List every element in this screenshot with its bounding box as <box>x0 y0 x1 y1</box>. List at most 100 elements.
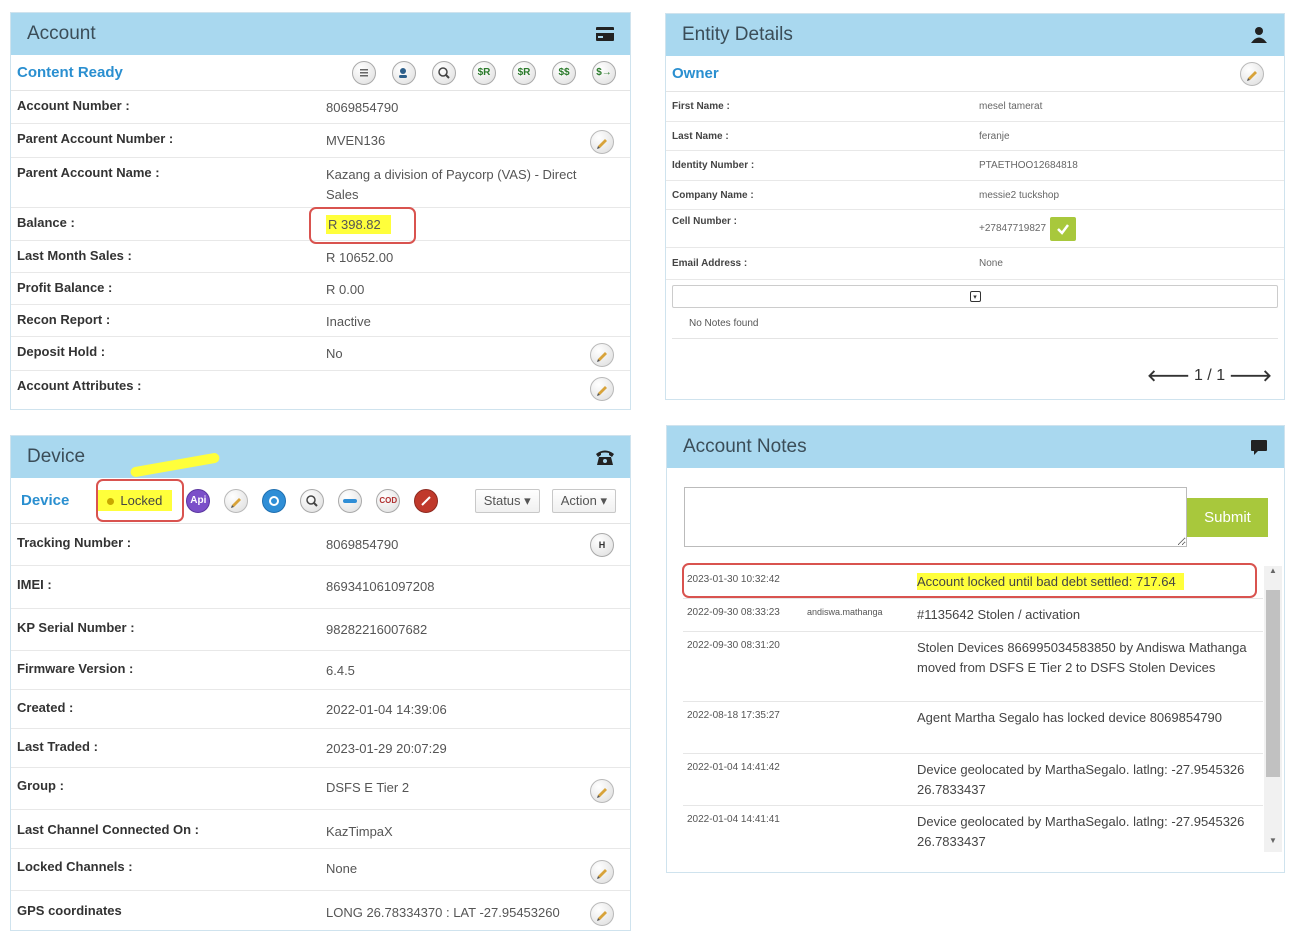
parent-account-number-label: Parent Account Number : <box>17 131 174 146</box>
scroll-up-icon[interactable]: ▲ <box>1264 566 1282 582</box>
api-icon[interactable]: Api <box>186 488 211 513</box>
pencil-icon[interactable] <box>590 779 614 803</box>
note-date: 2022-01-04 14:41:42 <box>687 762 780 773</box>
group-label: Group : <box>17 778 64 793</box>
account-number-value: 8069854790 <box>326 100 399 115</box>
locked-channels-value: None <box>326 861 358 876</box>
device-row: Last Channel Connected On : KazTimpaX <box>11 810 630 849</box>
identity-number-label: Identity Number : <box>672 160 755 171</box>
last-channel-value: KazTimpaX <box>326 824 393 839</box>
status-dropdown[interactable]: Status ▾ <box>474 488 540 513</box>
pagination-text: 1 / 1 <box>1193 366 1226 384</box>
status-dropdown-label: Status <box>483 492 521 508</box>
device-sim-icon[interactable] <box>338 488 363 513</box>
device-row: Last Traded : 2023-01-29 20:07:29 <box>11 729 630 768</box>
scroll-down-icon[interactable]: ▼ <box>1264 836 1282 852</box>
user-search-icon[interactable] <box>392 60 416 85</box>
imei-value: 869341061097208 <box>326 579 435 594</box>
reserve-icon[interactable]: $R <box>472 60 496 85</box>
account-action-icons: $R $R $$ $→ <box>352 60 616 85</box>
entity-row: Last Name : feranje <box>666 122 1284 151</box>
note-text: #1135642 Stolen / activation <box>917 607 1081 622</box>
search-icon[interactable] <box>432 60 456 85</box>
phone-icon <box>594 446 616 468</box>
device-row: Locked Channels : None <box>11 849 630 891</box>
firmware-value: 6.4.5 <box>326 663 355 678</box>
gps-label: GPS coordinates <box>17 903 122 918</box>
account-row: Recon Report : Inactive <box>11 305 630 337</box>
reserve-alt-icon[interactable]: $R <box>512 60 536 85</box>
account-row: Parent Account Number : MVEN136 <box>11 124 630 158</box>
device-row: Group : DSFS E Tier 2 <box>11 768 630 810</box>
scrollbar-thumb[interactable] <box>1266 590 1280 777</box>
pencil-icon[interactable] <box>224 488 249 513</box>
cod-icon[interactable]: COD <box>376 488 401 513</box>
parent-account-name-value: Kazang a division of Paycorp (VAS) - Dir… <box>326 167 577 202</box>
comment-icon <box>1248 436 1270 458</box>
history-icon[interactable]: H <box>590 533 614 557</box>
caret-down-icon: ▾ <box>600 492 607 508</box>
note-item: 2022-08-18 17:35:27 Agent Martha Segalo … <box>683 702 1263 754</box>
note-user <box>807 812 917 852</box>
note-user <box>807 708 917 747</box>
entity-row: Company Name : messie2 tuckshop <box>666 181 1284 210</box>
device-row: Firmware Version : 6.4.5 <box>11 651 630 690</box>
statement-icon[interactable]: $$ <box>552 60 576 85</box>
note-input[interactable] <box>684 487 1187 547</box>
device-row: GPS coordinates LONG 26.78334370 : LAT -… <box>11 891 630 930</box>
notes-panel: Account Notes Submit 2023-01-30 10:32:42… <box>666 425 1285 873</box>
parent-account-number-value: MVEN136 <box>326 133 386 148</box>
list-icon[interactable] <box>352 60 376 85</box>
user-icon <box>1248 24 1270 46</box>
account-status-label: Content Ready <box>17 64 123 81</box>
verified-check-icon[interactable] <box>1050 216 1077 241</box>
deposit-hold-value: No <box>326 346 343 361</box>
pencil-icon[interactable] <box>590 377 614 401</box>
account-status-bar: Content Ready $R $R $$ $→ <box>11 55 630 91</box>
arrow-right-icon[interactable]: 🡒 <box>1229 365 1272 386</box>
no-entry-icon[interactable] <box>414 488 439 513</box>
refresh-icon[interactable] <box>262 488 287 513</box>
note-annotation-box <box>682 563 1257 598</box>
submit-button[interactable]: Submit <box>1187 498 1268 537</box>
action-dropdown-label: Action <box>560 492 597 508</box>
pencil-icon[interactable] <box>590 902 614 926</box>
caret-down-icon: ▾ <box>524 492 531 508</box>
note-text: Agent Martha Segalo has locked device 80… <box>917 710 1222 725</box>
last-traded-label: Last Traded : <box>17 739 98 754</box>
device-toolbar-right: Status ▾ Action ▾ <box>474 488 616 513</box>
pencil-icon[interactable] <box>1240 61 1264 86</box>
tracking-number-label: Tracking Number : <box>17 535 132 550</box>
notes-list[interactable]: 2023-01-30 10:32:42 Account locked until… <box>683 566 1263 852</box>
device-row: Tracking Number : 8069854790 H <box>11 524 630 566</box>
account-row: Deposit Hold : No <box>11 337 630 371</box>
profit-balance-label: Profit Balance : <box>17 280 113 295</box>
entity-row: Cell Number : +27847719827 <box>666 210 1284 248</box>
note-item: 2022-09-30 08:33:23 andiswa.mathanga #11… <box>683 599 1263 632</box>
pencil-icon[interactable] <box>590 860 614 884</box>
entity-row: Email Address : None <box>666 248 1284 280</box>
note-user <box>807 760 917 799</box>
no-notes-area: No Notes found <box>672 308 1278 339</box>
pencil-icon[interactable] <box>590 343 614 367</box>
notes-scrollbar[interactable]: ▲ ▼ <box>1264 566 1282 852</box>
entity-row: First Name : mesel tamerat <box>666 92 1284 122</box>
note-user <box>807 638 917 695</box>
note-date: 2022-09-30 08:31:20 <box>687 640 780 651</box>
transfer-icon[interactable]: $→ <box>592 60 616 85</box>
pencil-icon[interactable] <box>590 130 614 154</box>
note-user: andiswa.mathanga <box>807 607 883 617</box>
action-dropdown[interactable]: Action ▾ <box>551 488 616 513</box>
notes-expand-bar[interactable]: ▾ <box>672 285 1278 308</box>
device-panel-title: Device <box>27 446 86 467</box>
account-row: Account Attributes : <box>11 371 630 405</box>
company-name-label: Company Name : <box>672 189 754 201</box>
account-panel-header: Account <box>11 13 630 55</box>
device-sub-title: Device <box>21 492 70 509</box>
search-icon[interactable] <box>300 488 325 513</box>
arrow-left-icon[interactable]: 🡐 <box>1147 365 1190 386</box>
entity-panel-header: Entity Details <box>666 14 1284 56</box>
notes-panel-title: Account Notes <box>683 436 807 457</box>
device-toolbar-left: Device Locked Api COD <box>17 488 439 513</box>
note-item: 2022-09-30 08:31:20 Stolen Devices 86699… <box>683 632 1263 702</box>
